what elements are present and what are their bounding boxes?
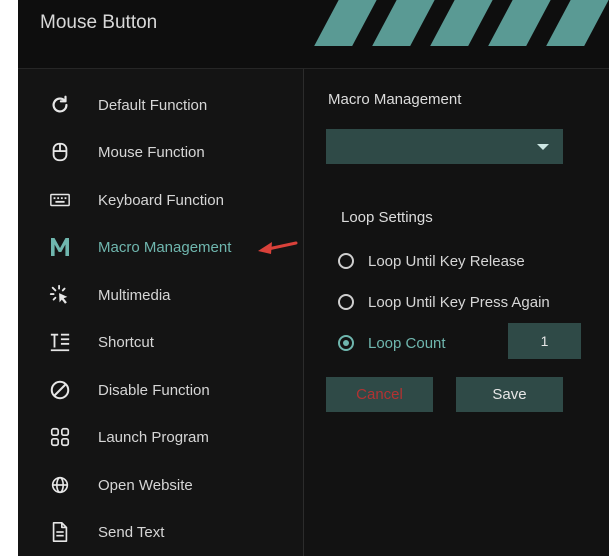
shortcut-text-icon xyxy=(48,330,72,354)
radio-label: Loop Until Key Press Again xyxy=(368,293,550,311)
sidebar-item-default-function[interactable]: Default Function xyxy=(18,85,303,125)
sidebar-item-launch-program[interactable]: Launch Program xyxy=(18,417,303,457)
globe-icon xyxy=(48,473,72,497)
function-sidebar: Default Function Mouse Function Keyboard… xyxy=(18,69,304,556)
sidebar-item-label: Keyboard Function xyxy=(98,191,224,209)
cancel-button[interactable]: Cancel xyxy=(326,377,433,412)
document-icon xyxy=(48,520,72,544)
sidebar-item-label: Disable Function xyxy=(98,381,210,399)
sidebar-item-label: Launch Program xyxy=(98,428,209,446)
multimedia-cursor-icon xyxy=(48,283,72,307)
sidebar-item-label: Shortcut xyxy=(98,333,154,351)
decor-stripe xyxy=(372,0,438,46)
radio-button[interactable] xyxy=(338,253,354,269)
loop-count-input[interactable] xyxy=(508,323,581,359)
option-loop-until-press-again[interactable]: Loop Until Key Press Again xyxy=(338,290,598,314)
radio-label: Loop Count xyxy=(368,334,446,352)
loop-settings-title: Loop Settings xyxy=(341,209,433,226)
refresh-icon xyxy=(48,93,72,117)
sidebar-item-disable-function[interactable]: Disable Function xyxy=(18,370,303,410)
sidebar-item-label: Macro Management xyxy=(98,238,232,256)
sidebar-item-send-text[interactable]: Send Text xyxy=(18,512,303,552)
disable-icon xyxy=(48,378,72,402)
sidebar-item-open-website[interactable]: Open Website xyxy=(18,465,303,505)
save-button[interactable]: Save xyxy=(456,377,563,412)
title-bar: Mouse Button xyxy=(18,0,609,69)
sidebar-item-label: Send Text xyxy=(98,523,165,541)
mouse-button-window: Mouse Button Default Function Mouse Func… xyxy=(18,0,609,556)
decor-stripe xyxy=(546,0,609,46)
option-loop-until-release[interactable]: Loop Until Key Release xyxy=(338,249,598,273)
radio-label: Loop Until Key Release xyxy=(368,252,525,270)
sidebar-item-label: Open Website xyxy=(98,476,193,494)
window-title: Mouse Button xyxy=(40,12,158,33)
macro-m-icon xyxy=(48,235,72,259)
decor-stripe xyxy=(488,0,554,46)
keyboard-icon xyxy=(48,188,72,212)
sidebar-item-label: Multimedia xyxy=(98,286,171,304)
decor-stripe xyxy=(314,0,380,46)
sidebar-item-label: Default Function xyxy=(98,96,208,114)
sidebar-item-macro-management[interactable]: Macro Management xyxy=(18,227,303,267)
sidebar-item-multimedia[interactable]: Multimedia xyxy=(18,275,303,315)
launch-grid-icon xyxy=(48,425,72,449)
sidebar-item-mouse-function[interactable]: Mouse Function xyxy=(18,132,303,172)
decor-stripe xyxy=(430,0,496,46)
pointer-arrow-icon xyxy=(256,237,298,262)
radio-button-checked[interactable] xyxy=(338,335,354,351)
macro-select-dropdown[interactable] xyxy=(326,129,563,164)
panel-title: Macro Management xyxy=(328,91,462,108)
macro-panel: Macro Management Loop Settings Loop Unti… xyxy=(304,69,609,556)
sidebar-item-label: Mouse Function xyxy=(98,143,205,161)
sidebar-item-keyboard-function[interactable]: Keyboard Function xyxy=(18,180,303,220)
sidebar-item-shortcut[interactable]: Shortcut xyxy=(18,322,303,362)
mouse-icon xyxy=(48,140,72,164)
radio-button[interactable] xyxy=(338,294,354,310)
caret-down-icon xyxy=(537,144,549,150)
